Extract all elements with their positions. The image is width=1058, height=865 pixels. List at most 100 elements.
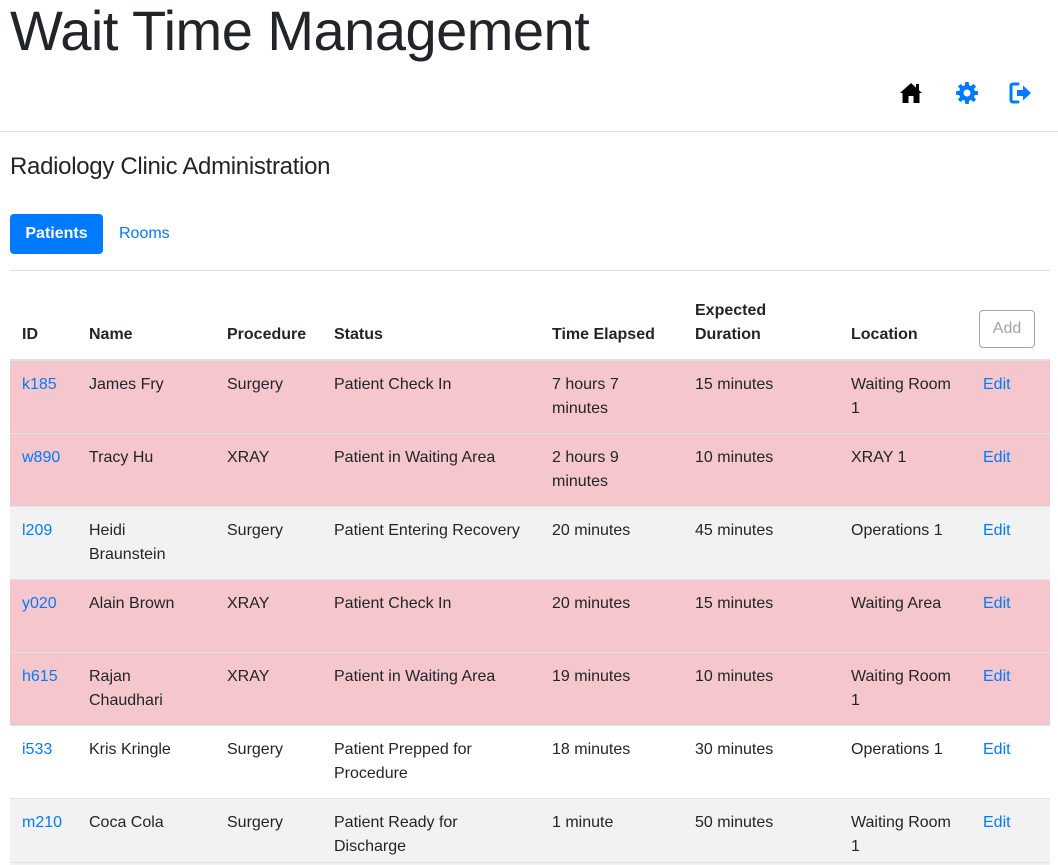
cell-location: XRAY 1 [851,449,907,466]
cell-name: Tracy Hu [89,449,154,466]
header-id: ID [10,290,77,361]
cell-status: Patient Entering Recovery [334,522,520,539]
edit-link[interactable]: Edit [983,522,1011,539]
header-name: Name [77,290,215,361]
cell-expected-duration-td: 15 minutes [683,579,839,653]
cell-procedure: Surgery [227,522,284,539]
cell-procedure: XRAY [227,449,270,466]
cell-patient-id[interactable]: l209 [22,522,52,539]
cell-location: Operations 1 [851,522,943,539]
cell-location-td: XRAY 1 [839,433,971,507]
cell-expected-duration: 30 minutes [695,741,774,758]
cell-location: Waiting Room 1 [851,668,951,709]
cell-expected-duration-td: 15 minutes [683,359,839,434]
cell-procedure-td: Surgery [215,725,322,799]
cell-status: Patient in Waiting Area [334,449,496,466]
cell-patient-id[interactable]: w890 [22,449,60,466]
cell-name: Coca Cola [89,814,164,831]
cell-procedure: XRAY [227,595,270,612]
cell-time-elapsed: 20 minutes [552,595,631,612]
cell-time-elapsed-td: 20 minutes [540,506,683,580]
cell-location-td: Waiting Room 1 [839,798,971,865]
header-location: Location [839,290,971,361]
table-row: k185 James Fry Surgery Patient Check In 7 ho… [10,359,1050,434]
edit-link-td: Edit [971,433,1050,507]
cell-location-td: Waiting Room 1 [839,359,971,434]
cell-procedure: Surgery [227,376,284,393]
cell-procedure-td: XRAY [215,433,322,507]
table-row: w890 Tracy Hu XRAY Patient in Waiting Area 2… [10,433,1050,507]
gear-icon[interactable] [952,78,982,108]
sign-out-icon[interactable] [1006,78,1036,108]
cell-time-elapsed: 7 hours 7 minutes [552,376,619,417]
tab-patients[interactable]: Patients [10,214,103,254]
cell-time-elapsed: 1 minute [552,814,614,831]
cell-procedure-td: Surgery [215,798,322,865]
cell-patient-id-td: m210 [10,798,77,865]
cell-location-td: Waiting Area [839,579,971,653]
cell-status: Patient Prepped for Procedure [334,741,472,782]
header-icons [896,78,1046,108]
cell-location: Waiting Room 1 [851,814,951,855]
cell-name: James Fry [89,376,164,393]
edit-link[interactable]: Edit [983,741,1011,758]
cell-procedure-td: Surgery [215,506,322,580]
cell-time-elapsed: 2 hours 9 minutes [552,449,619,490]
cell-time-elapsed-td: 19 minutes [540,652,683,726]
cell-status: Patient Ready for Discharge [334,814,458,855]
tab-rooms[interactable]: Rooms [103,214,186,254]
cell-expected-duration-td: 10 minutes [683,652,839,726]
cell-name: Alain Brown [89,595,175,612]
edit-link-td: Edit [971,652,1050,726]
table-row: i533 Kris Kringle Surgery Patient Prepped f… [10,725,1050,799]
cell-expected-duration-td: 45 minutes [683,506,839,580]
header-procedure: Procedure [215,290,322,361]
cell-status: Patient in Waiting Area [334,668,496,685]
cell-patient-id[interactable]: m210 [22,814,62,831]
cell-name-td: James Fry [77,359,215,434]
cell-expected-duration: 45 minutes [695,522,774,539]
cell-patient-id[interactable]: y020 [22,595,57,612]
table-header-row: ID Name Procedure Status Time Elapsed Ex… [10,290,1050,361]
cell-time-elapsed: 19 minutes [552,668,631,685]
edit-link[interactable]: Edit [983,376,1011,393]
cell-time-elapsed-td: 20 minutes [540,579,683,653]
tabs-divider [10,270,1050,271]
page-title: Radiology Clinic Administration [10,153,331,180]
cell-status: Patient Check In [334,376,452,393]
edit-link[interactable]: Edit [983,814,1011,831]
edit-link-td: Edit [971,579,1050,653]
cell-patient-id[interactable]: h615 [22,668,58,685]
edit-link-td: Edit [971,359,1050,434]
cell-name-td: Heidi Braunstein [77,506,215,580]
header-expected-duration-line2: Duration [695,326,761,343]
edit-link[interactable]: Edit [983,668,1011,685]
home-icon[interactable] [896,78,926,108]
cell-name-td: Kris Kringle [77,725,215,799]
cell-patient-id[interactable]: i533 [22,741,52,758]
patients-table: ID Name Procedure Status Time Elapsed Ex… [10,290,1050,865]
cell-name-td: Coca Cola [77,798,215,865]
cell-time-elapsed-td: 7 hours 7 minutes [540,359,683,434]
cell-name-td: Tracy Hu [77,433,215,507]
header-status: Status [322,290,540,361]
cell-patient-id-td: k185 [10,359,77,434]
table-row: y020 Alain Brown XRAY Patient Check In 20 mi… [10,579,1050,653]
add-patient-button[interactable]: Add [979,310,1035,348]
cell-name: Heidi Braunstein [89,522,166,563]
cell-status-td: Patient Check In [322,579,540,653]
edit-link[interactable]: Edit [983,595,1011,612]
cell-name: Rajan Chaudhari [89,668,163,709]
cell-time-elapsed: 20 minutes [552,522,631,539]
cell-expected-duration-td: 30 minutes [683,725,839,799]
cell-patient-id-td: y020 [10,579,77,653]
cell-expected-duration: 10 minutes [695,668,774,685]
cell-procedure-td: Surgery [215,359,322,434]
cell-name: Kris Kringle [89,741,171,758]
edit-link[interactable]: Edit [983,449,1011,466]
cell-status-td: Patient in Waiting Area [322,652,540,726]
cell-name-td: Alain Brown [77,579,215,653]
cell-patient-id-td: i533 [10,725,77,799]
cell-patient-id[interactable]: k185 [22,376,57,393]
table-body: k185 James Fry Surgery Patient Check In 7 ho… [10,359,1050,865]
